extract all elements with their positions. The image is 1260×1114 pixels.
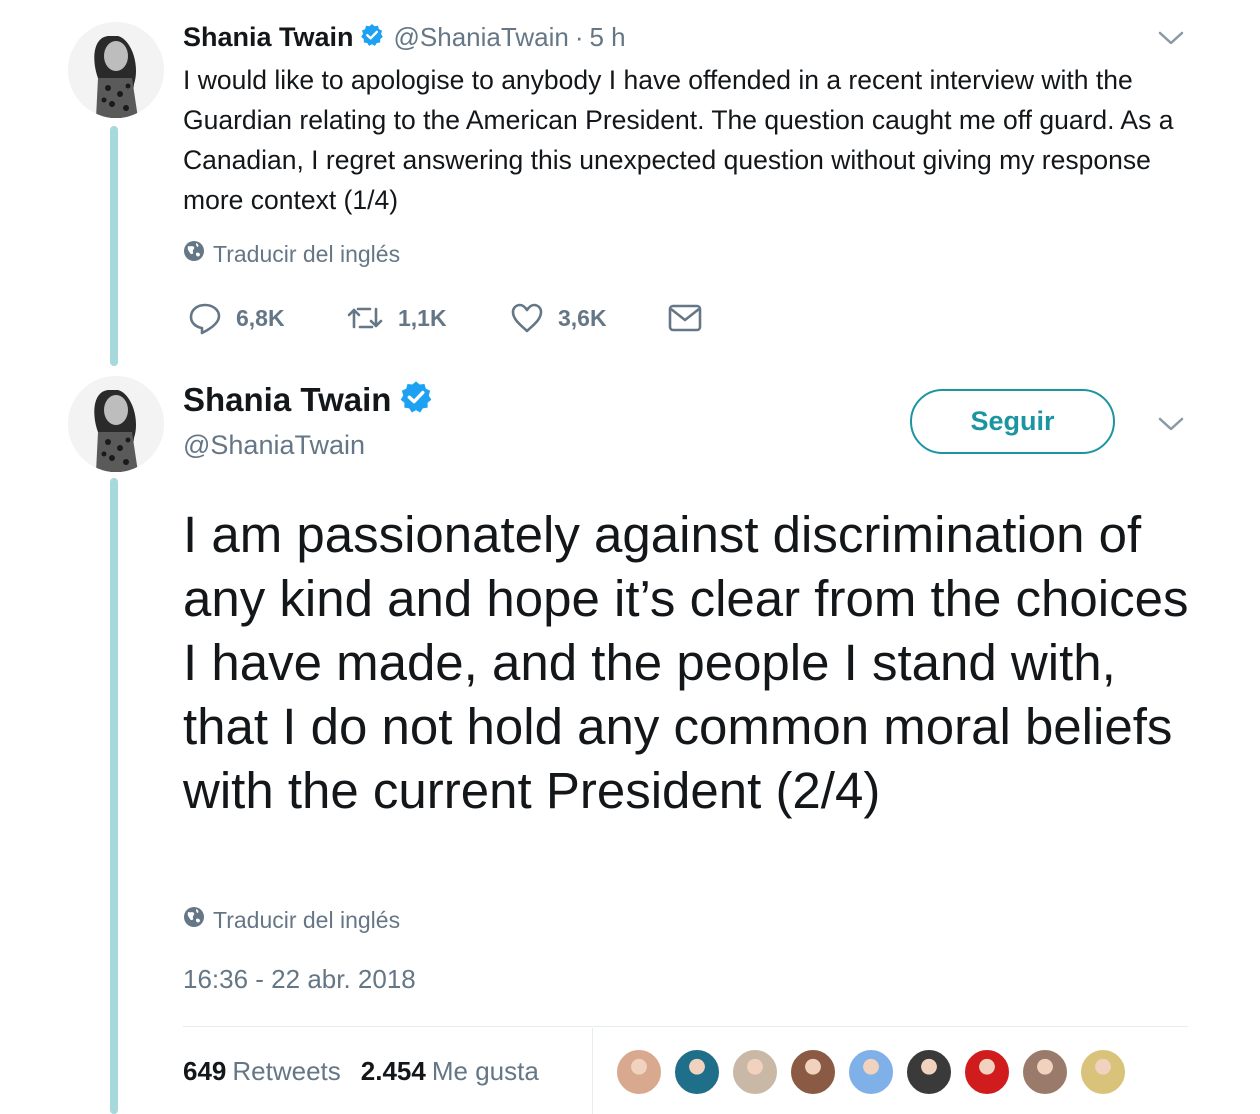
tweet-actions: 6,8K 1,1K 3,6K: [188, 298, 708, 338]
retweet-icon: [347, 307, 383, 329]
tweet-1-text: I would like to apologise to anybody I h…: [183, 65, 1174, 215]
author-handle[interactable]: @ShaniaTwain: [394, 22, 569, 53]
author-handle[interactable]: @ShaniaTwain: [183, 430, 365, 461]
liker-avatar[interactable]: [905, 1048, 953, 1096]
liker-avatar[interactable]: [847, 1048, 895, 1096]
liker-avatars: [615, 1048, 1137, 1096]
tweet-2-header: Shania Twain: [183, 380, 433, 419]
translate-link[interactable]: Traducir del inglés: [183, 906, 400, 934]
reply-icon: [189, 303, 221, 335]
liker-avatar[interactable]: [1021, 1048, 1069, 1096]
tweet-1-header: Shania Twain @ShaniaTwain · 5 h: [183, 20, 626, 54]
globe-icon: [183, 240, 213, 268]
direct-message-icon: [668, 304, 702, 332]
translate-label: Traducir del inglés: [213, 906, 401, 933]
retweets-stat[interactable]: 649 Retweets: [183, 1056, 341, 1087]
liker-avatar[interactable]: [673, 1048, 721, 1096]
verified-badge-icon: [360, 23, 384, 52]
author-name[interactable]: Shania Twain: [183, 22, 354, 53]
like-icon: [511, 303, 543, 333]
thread-line-bottom: [110, 478, 118, 1114]
separator-dot: ·: [574, 21, 584, 52]
liker-avatar[interactable]: [1079, 1048, 1127, 1096]
liker-avatar[interactable]: [963, 1048, 1011, 1096]
avatar[interactable]: [68, 376, 164, 472]
divider: [183, 1026, 1188, 1027]
like-button[interactable]: 3,6K: [510, 298, 607, 338]
avatar[interactable]: [68, 22, 164, 118]
retweets-count: 649: [183, 1056, 227, 1086]
liker-avatar[interactable]: [731, 1048, 779, 1096]
tweet-2-text: I am passionately against discrimination…: [183, 506, 1189, 819]
tweet-stats: 649 Retweets 2.454 Me gusta: [183, 1056, 539, 1087]
translate-label: Traducir del inglés: [213, 240, 401, 267]
liker-avatar[interactable]: [615, 1048, 663, 1096]
likes-count: 2.454: [360, 1056, 426, 1086]
divider: [592, 1028, 593, 1114]
follow-button[interactable]: Seguir: [910, 389, 1115, 454]
likes-label: Me gusta: [431, 1056, 539, 1086]
retweet-button[interactable]: 1,1K: [346, 298, 447, 338]
like-count: 3,6K: [558, 304, 607, 331]
tweet-time[interactable]: 5 h: [589, 22, 625, 53]
chevron-down-icon[interactable]: [1156, 28, 1186, 48]
reply-count: 6,8K: [236, 304, 285, 331]
retweets-label: Retweets: [232, 1056, 341, 1086]
likes-stat[interactable]: 2.454 Me gusta: [361, 1056, 539, 1087]
globe-icon: [183, 906, 213, 934]
tweet-timestamp[interactable]: 16:36 - 22 abr. 2018: [183, 964, 416, 995]
retweet-count: 1,1K: [398, 304, 447, 331]
translate-link[interactable]: Traducir del inglés: [183, 240, 400, 268]
verified-badge-icon: [399, 380, 433, 419]
chevron-down-icon[interactable]: [1156, 414, 1186, 434]
direct-message-button[interactable]: [668, 298, 716, 338]
reply-button[interactable]: 6,8K: [188, 298, 285, 338]
author-name[interactable]: Shania Twain: [183, 381, 391, 419]
thread-line-top: [110, 126, 118, 366]
liker-avatar[interactable]: [789, 1048, 837, 1096]
